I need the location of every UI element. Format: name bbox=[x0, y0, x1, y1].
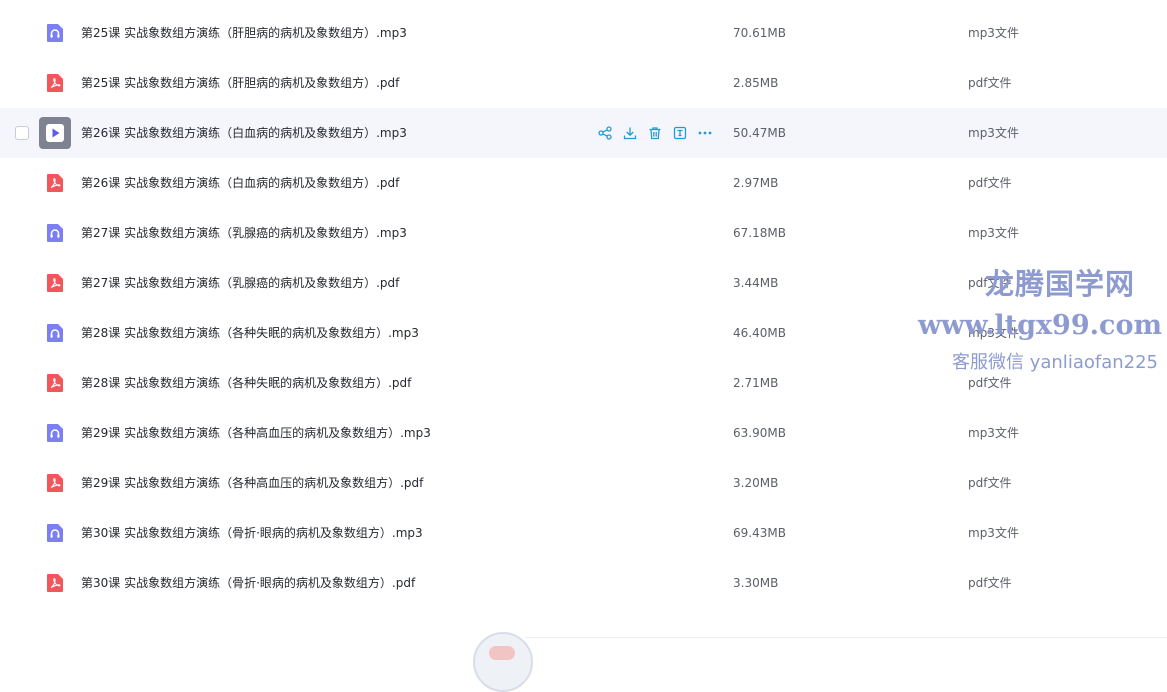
pdf-file-icon bbox=[45, 373, 65, 393]
file-size: 2.71MB bbox=[733, 376, 779, 390]
file-row[interactable]: 第29课 实战象数组方演练（各种高血压的病机及象数组方）.pdf 3.20MB … bbox=[0, 458, 1167, 508]
file-type: mp3文件 bbox=[968, 426, 1019, 440]
file-row[interactable]: 第27课 实战象数组方演练（乳腺癌的病机及象数组方）.pdf 3.44MB pd… bbox=[0, 258, 1167, 308]
file-size: 50.47MB bbox=[733, 126, 786, 140]
file-type: pdf文件 bbox=[968, 376, 1012, 390]
file-row[interactable]: 第30课 实战象数组方演练（骨折·眼病的病机及象数组方）.pdf 3.30MB … bbox=[0, 558, 1167, 608]
file-row[interactable]: 第28课 实战象数组方演练（各种失眠的病机及象数组方）.mp3 46.40MB … bbox=[0, 308, 1167, 358]
file-type: pdf文件 bbox=[968, 76, 1012, 90]
file-size: 3.20MB bbox=[733, 476, 779, 490]
file-row[interactable]: 第29课 实战象数组方演练（各种高血压的病机及象数组方）.mp3 63.90MB… bbox=[0, 408, 1167, 458]
audio-file-icon bbox=[45, 523, 65, 543]
file-row[interactable]: 第26课 实战象数组方演练（白血病的病机及象数组方）.mp3 50.47MB m… bbox=[0, 108, 1167, 158]
file-size: 67.18MB bbox=[733, 226, 786, 240]
file-row[interactable]: 第26课 实战象数组方演练（白血病的病机及象数组方）.pdf 2.97MB pd… bbox=[0, 158, 1167, 208]
file-row[interactable]: 第25课 实战象数组方演练（肝胆病的病机及象数组方）.pdf 2.85MB pd… bbox=[0, 58, 1167, 108]
pdf-file-icon bbox=[45, 173, 65, 193]
file-type: mp3文件 bbox=[968, 126, 1019, 140]
pdf-file-icon bbox=[45, 273, 65, 293]
file-list: 第25课 实战象数组方演练（肝胆病的病机及象数组方）.mp3 70.61MB m… bbox=[0, 8, 1167, 608]
file-row[interactable]: 第25课 实战象数组方演练（肝胆病的病机及象数组方）.mp3 70.61MB m… bbox=[0, 8, 1167, 58]
file-row[interactable]: 第28课 实战象数组方演练（各种失眠的病机及象数组方）.pdf 2.71MB p… bbox=[0, 358, 1167, 408]
assistant-avatar[interactable] bbox=[473, 632, 533, 692]
file-type: pdf文件 bbox=[968, 576, 1012, 590]
delete-icon[interactable] bbox=[647, 125, 663, 141]
file-size: 63.90MB bbox=[733, 426, 786, 440]
audio-file-icon bbox=[45, 423, 65, 443]
file-name[interactable]: 第26课 实战象数组方演练（白血病的病机及象数组方）.pdf bbox=[81, 158, 399, 208]
more-icon[interactable] bbox=[697, 125, 713, 141]
file-type: mp3文件 bbox=[968, 26, 1019, 40]
file-name[interactable]: 第30课 实战象数组方演练（骨折·眼病的病机及象数组方）.mp3 bbox=[81, 508, 423, 558]
file-row[interactable]: 第27课 实战象数组方演练（乳腺癌的病机及象数组方）.mp3 67.18MB m… bbox=[0, 208, 1167, 258]
bottom-divider bbox=[525, 637, 1167, 638]
file-size: 2.85MB bbox=[733, 76, 779, 90]
file-size: 70.61MB bbox=[733, 26, 786, 40]
file-type: pdf文件 bbox=[968, 276, 1012, 290]
file-name[interactable]: 第28课 实战象数组方演练（各种失眠的病机及象数组方）.mp3 bbox=[81, 308, 419, 358]
file-size: 69.43MB bbox=[733, 526, 786, 540]
audio-file-icon bbox=[45, 323, 65, 343]
rename-icon[interactable] bbox=[672, 125, 688, 141]
file-name[interactable]: 第29课 实战象数组方演练（各种高血压的病机及象数组方）.pdf bbox=[81, 458, 423, 508]
file-name[interactable]: 第28课 实战象数组方演练（各种失眠的病机及象数组方）.pdf bbox=[81, 358, 411, 408]
file-name[interactable]: 第25课 实战象数组方演练（肝胆病的病机及象数组方）.pdf bbox=[81, 58, 399, 108]
file-name[interactable]: 第26课 实战象数组方演练（白血病的病机及象数组方）.mp3 bbox=[81, 108, 407, 158]
file-type: mp3文件 bbox=[968, 526, 1019, 540]
file-type: mp3文件 bbox=[968, 226, 1019, 240]
pdf-file-icon bbox=[45, 473, 65, 493]
row-actions bbox=[597, 125, 722, 141]
file-size: 3.30MB bbox=[733, 576, 779, 590]
play-icon[interactable] bbox=[39, 117, 71, 149]
file-name[interactable]: 第27课 实战象数组方演练（乳腺癌的病机及象数组方）.mp3 bbox=[81, 208, 407, 258]
share-icon[interactable] bbox=[597, 125, 613, 141]
file-name[interactable]: 第30课 实战象数组方演练（骨折·眼病的病机及象数组方）.pdf bbox=[81, 558, 415, 608]
download-icon[interactable] bbox=[622, 125, 638, 141]
file-type: pdf文件 bbox=[968, 476, 1012, 490]
file-size: 46.40MB bbox=[733, 326, 786, 340]
row-checkbox[interactable] bbox=[15, 126, 29, 140]
file-name[interactable]: 第29课 实战象数组方演练（各种高血压的病机及象数组方）.mp3 bbox=[81, 408, 431, 458]
file-size: 2.97MB bbox=[733, 176, 779, 190]
file-name[interactable]: 第27课 实战象数组方演练（乳腺癌的病机及象数组方）.pdf bbox=[81, 258, 399, 308]
audio-file-icon bbox=[45, 223, 65, 243]
file-row[interactable]: 第30课 实战象数组方演练（骨折·眼病的病机及象数组方）.mp3 69.43MB… bbox=[0, 508, 1167, 558]
file-name[interactable]: 第25课 实战象数组方演练（肝胆病的病机及象数组方）.mp3 bbox=[81, 8, 407, 58]
pdf-file-icon bbox=[45, 573, 65, 593]
pdf-file-icon bbox=[45, 73, 65, 93]
file-type: mp3文件 bbox=[968, 326, 1019, 340]
file-type: pdf文件 bbox=[968, 176, 1012, 190]
audio-file-icon bbox=[45, 23, 65, 43]
file-size: 3.44MB bbox=[733, 276, 779, 290]
